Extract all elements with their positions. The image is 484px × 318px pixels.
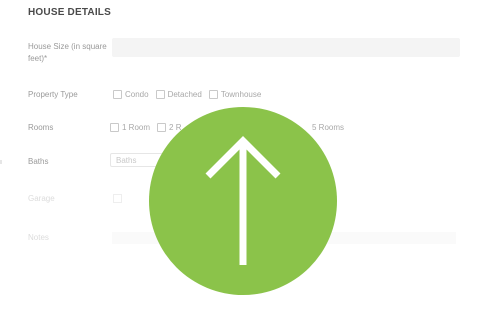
rooms-option-5[interactable]: 5 Rooms [312,123,344,132]
option-label: 5 Rooms [312,123,345,132]
checkbox[interactable] [155,90,165,99]
property-option-townhouse[interactable]: Townhouse [208,90,262,99]
property-type-label: Property Type [28,90,78,99]
garage-label: Garage [28,194,55,203]
checkbox[interactable] [113,90,122,99]
checkbox[interactable] [208,90,218,99]
garage-checkbox[interactable] [113,194,122,203]
option-label: 1 Room [122,123,151,132]
scroll-to-top-button[interactable] [149,107,337,295]
property-option-condo[interactable]: Condo [113,90,149,99]
rooms-label: Rooms [28,123,54,132]
left-marker [0,160,2,164]
checkbox[interactable] [110,123,119,132]
option-label: Detached [167,90,202,99]
house-size-input[interactable] [112,38,460,57]
baths-label: Baths [28,157,49,166]
property-type-options: Condo Detached Townhouse [113,90,264,99]
property-option-detached[interactable]: Detached [155,90,202,99]
section-title: HOUSE DETAILS [28,7,111,18]
notes-label: Notes [28,233,49,242]
rooms-options: 1 Room 2 R [110,123,184,132]
checkbox[interactable] [157,123,167,132]
house-size-label: House Size (in square feet)* [28,42,107,63]
option-label: Condo [125,90,149,99]
arrow-up-icon [205,136,281,265]
rooms-option-2[interactable]: 2 R [157,123,181,132]
rooms-option-1[interactable]: 1 Room [110,123,150,132]
option-label: Townhouse [220,90,262,99]
